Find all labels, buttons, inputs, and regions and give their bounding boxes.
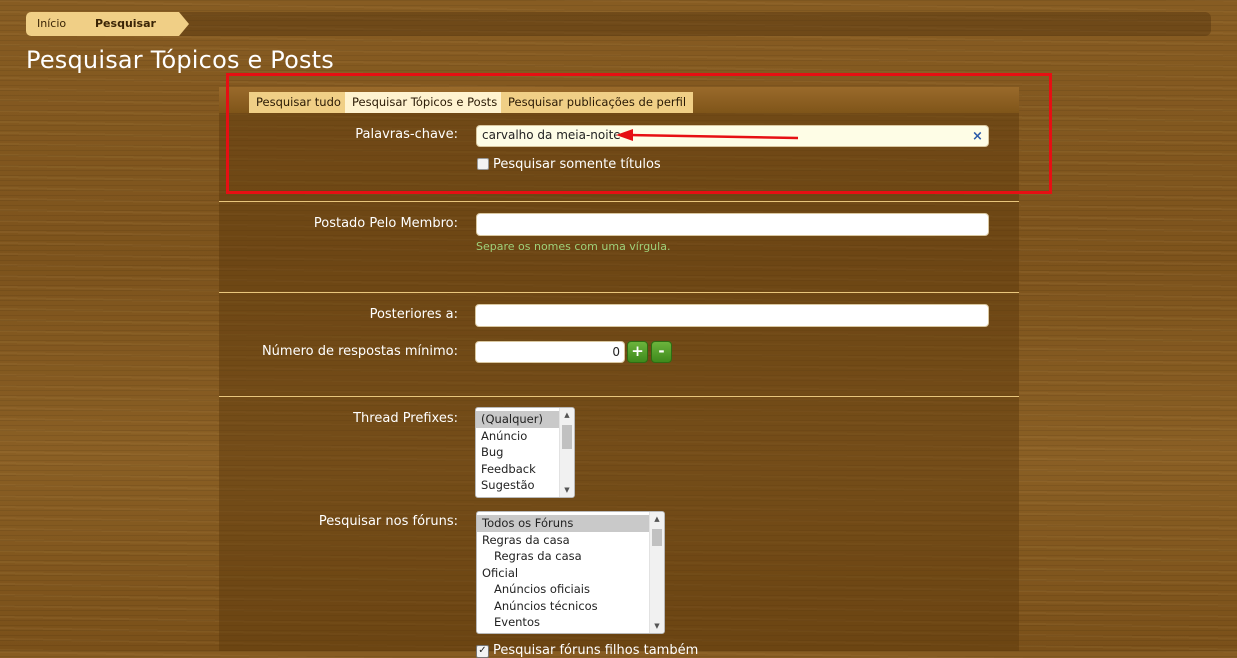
child-forums-checkbox[interactable]: ✓: [476, 645, 489, 658]
forums-label: Pesquisar nos fóruns:: [318, 514, 458, 529]
prefixes-label: Thread Prefixes:: [353, 411, 458, 426]
prefixes-listbox[interactable]: (Qualquer) Anúncio Bug Feedback Sugestão…: [475, 407, 575, 498]
prefix-option[interactable]: Sugestão: [476, 477, 560, 494]
member-label: Postado Pelo Membro:: [313, 216, 458, 231]
min-replies-input[interactable]: 0: [475, 341, 625, 363]
increment-button[interactable]: +: [627, 341, 648, 363]
member-input[interactable]: [476, 213, 989, 236]
forum-option[interactable]: Eventos: [477, 614, 650, 631]
scroll-thumb[interactable]: [562, 425, 572, 449]
scroll-up-icon[interactable]: ▲: [650, 513, 664, 525]
prefix-option[interactable]: Anúncio: [476, 428, 560, 445]
forums-listbox[interactable]: Todos os Fóruns Regras da casa Regras da…: [476, 511, 665, 634]
newer-than-label: Posteriores a:: [369, 307, 458, 322]
forum-option[interactable]: Anúncios técnicos: [477, 598, 650, 615]
forum-option[interactable]: Anúncios oficiais: [477, 581, 650, 598]
newer-than-input[interactable]: [475, 304, 989, 327]
prefix-option[interactable]: Bug: [476, 444, 560, 461]
scroll-down-icon[interactable]: ▼: [650, 620, 664, 632]
forum-option[interactable]: Todos os Fóruns: [477, 515, 650, 532]
scrollbar[interactable]: ▲ ▼: [559, 408, 574, 497]
page-title: Pesquisar Tópicos e Posts: [26, 46, 334, 74]
scroll-thumb[interactable]: [652, 529, 662, 546]
section-divider: [219, 396, 1019, 397]
prefix-option[interactable]: Feedback: [476, 461, 560, 478]
decrement-button[interactable]: -: [651, 341, 672, 363]
section-divider: [219, 292, 1019, 293]
breadcrumb: [26, 12, 1211, 36]
member-hint: Separe os nomes com uma vírgula.: [476, 240, 671, 253]
forum-option[interactable]: Regras da casa: [477, 532, 650, 549]
scrollbar[interactable]: ▲ ▼: [649, 512, 664, 633]
scroll-down-icon[interactable]: ▼: [560, 484, 574, 496]
min-replies-label: Número de respostas mínimo:: [261, 344, 458, 359]
breadcrumb-current[interactable]: Pesquisar: [80, 12, 189, 36]
scroll-up-icon[interactable]: ▲: [560, 409, 574, 421]
annotation-highlight-box: [226, 73, 1052, 194]
forum-option[interactable]: Oficial: [477, 565, 650, 582]
section-divider: [219, 201, 1019, 202]
prefix-option[interactable]: (Qualquer): [476, 411, 560, 428]
forum-option[interactable]: Regras da casa: [477, 548, 650, 565]
